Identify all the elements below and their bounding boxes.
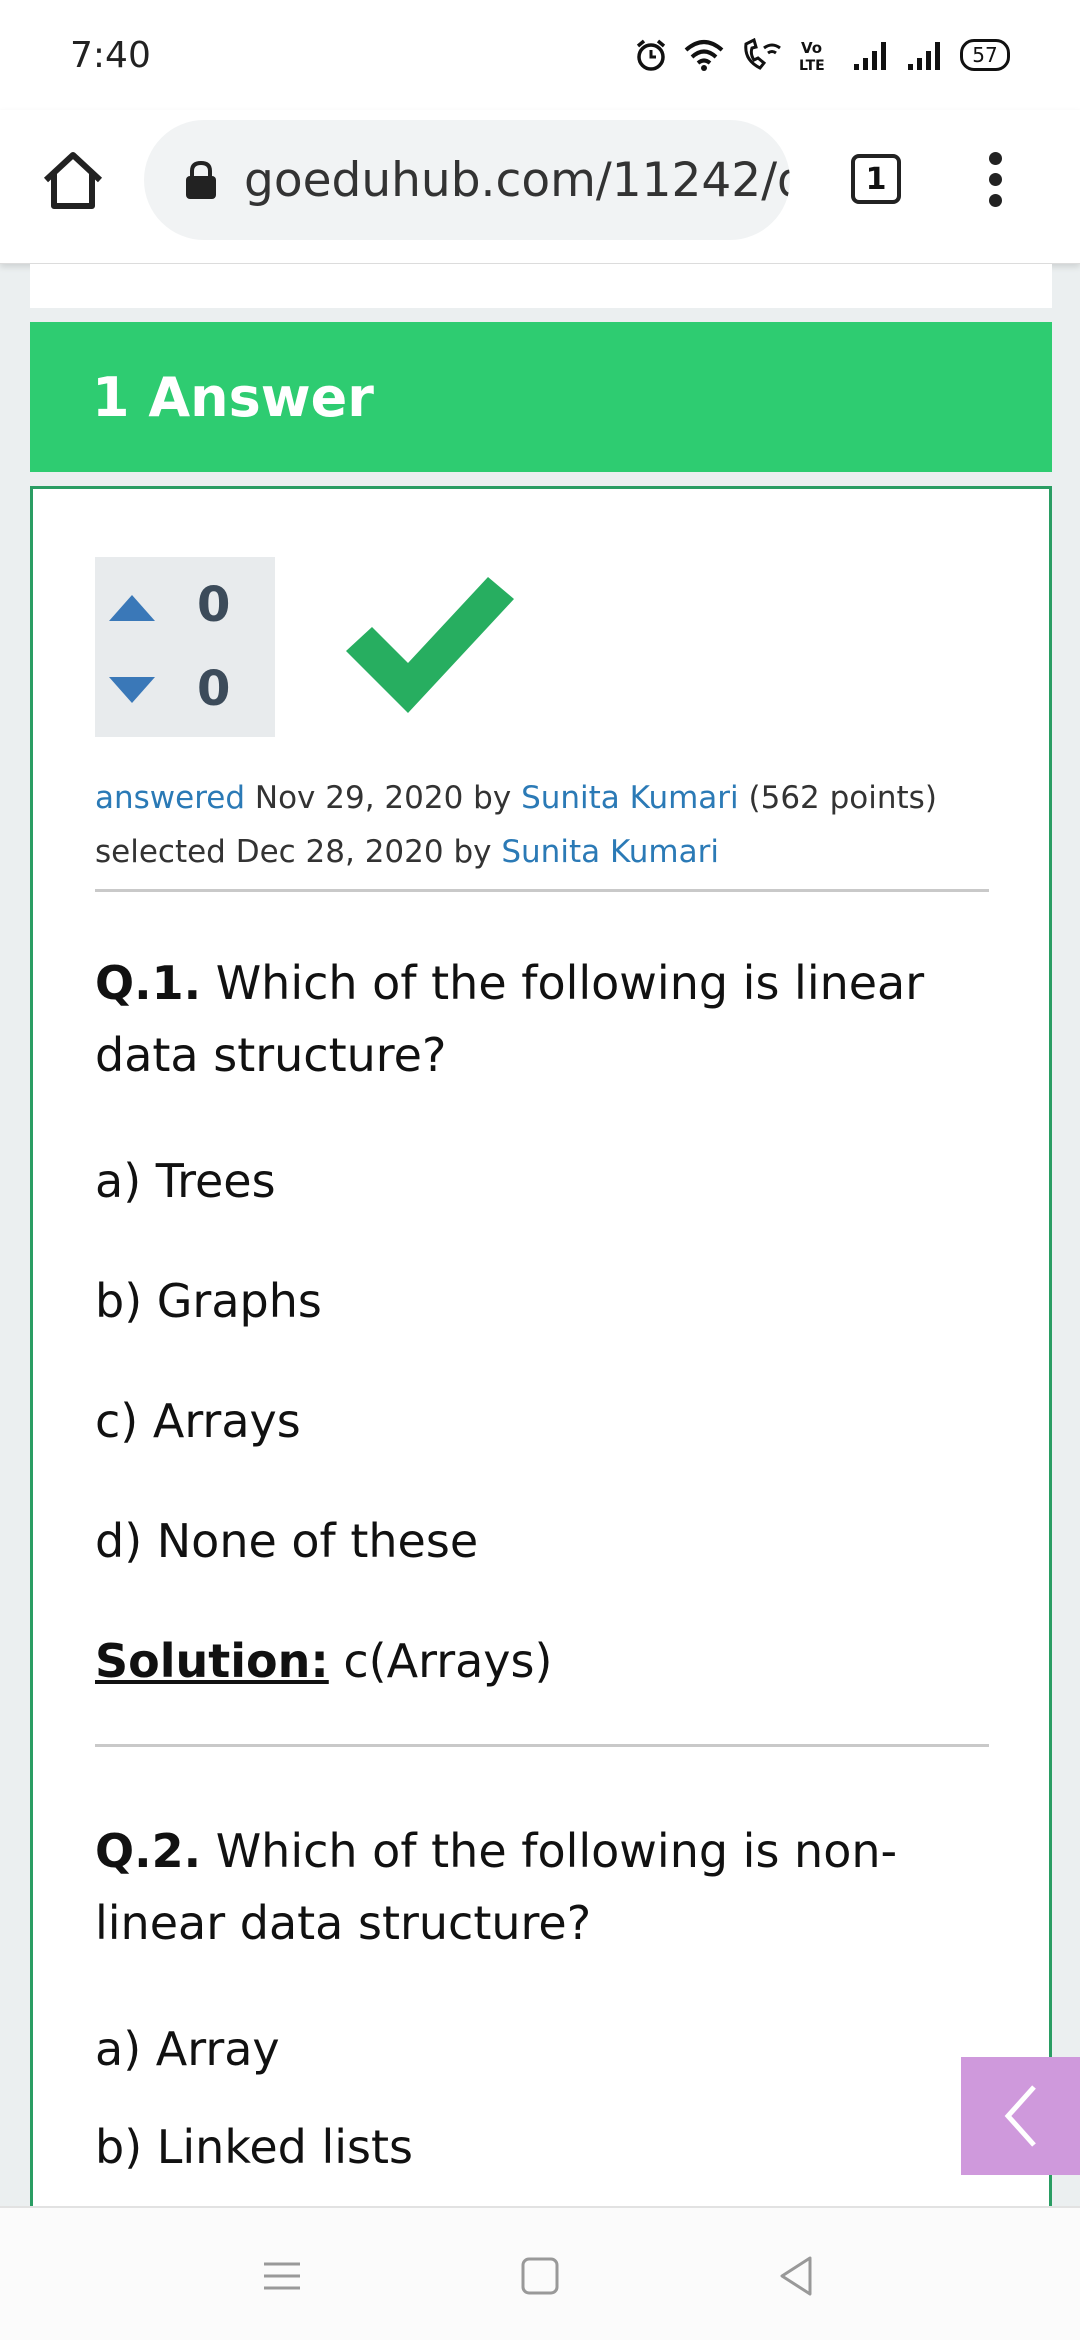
vote-up-count: 0 — [197, 577, 231, 633]
best-answer-check-icon — [346, 577, 514, 713]
solution-label: Solution: — [95, 1634, 329, 1688]
url-field[interactable]: goeduhub.com/11242/d — [144, 120, 790, 240]
tab-switcher-button[interactable]: 1 — [851, 154, 901, 204]
answered-date: Nov 29, 2020 — [254, 780, 464, 816]
selected-prefix: selected — [95, 834, 226, 870]
vote-down-arrow-icon[interactable] — [105, 669, 159, 709]
answer-count-header: 1 Answer — [30, 322, 1052, 472]
question-2-body: Which of the following is non-linear dat… — [95, 1824, 898, 1950]
question-panel-bottom — [30, 264, 1052, 308]
vote-down-count: 0 — [197, 661, 231, 717]
answered-by: by — [473, 780, 512, 816]
system-nav-bar — [0, 2206, 1080, 2340]
author-link[interactable]: Sunita Kumari — [521, 780, 739, 816]
svg-text:LTE: LTE — [799, 58, 825, 72]
answer-card: 0 0 answered Nov 29, 2020 by Sunita Kuma… — [30, 486, 1052, 2206]
selected-line: selected Dec 28, 2020 by Sunita Kumari — [95, 825, 985, 879]
alarm-icon — [636, 39, 666, 71]
q1-option-d: d) None of these — [95, 1514, 479, 1568]
volte-icon: VoLTE — [799, 39, 825, 72]
battery-icon: 57 — [960, 39, 1010, 71]
wifi-icon — [684, 40, 724, 71]
side-panel-toggle[interactable] — [961, 2057, 1080, 2175]
vote-box: 0 0 — [95, 557, 275, 737]
chevron-left-icon — [1004, 2085, 1036, 2147]
lock-icon — [186, 160, 216, 199]
question-1-text: Q.1. Which of the following is linear da… — [95, 947, 995, 1091]
q2-option-b: b) Linked lists — [95, 2120, 413, 2174]
svg-text:Vo: Vo — [801, 39, 822, 57]
status-time: 7:40 — [70, 34, 151, 76]
question-1-number: Q.1. — [95, 956, 202, 1010]
author-points: (562 points) — [748, 780, 937, 816]
selected-date: Dec 28, 2020 — [235, 834, 444, 870]
q2-option-a: a) Array — [95, 2022, 280, 2076]
selected-author-link[interactable]: Sunita Kumari — [501, 834, 719, 870]
signal-icon-2 — [908, 42, 940, 70]
answer-count-title: 1 Answer — [92, 365, 374, 429]
status-bar: 7:40 Vo LTE 57 — [0, 0, 1080, 110]
question-divider — [95, 1744, 989, 1747]
more-menu-icon[interactable] — [980, 152, 1010, 212]
back-icon[interactable] — [770, 2248, 826, 2304]
question-2: Q.2. Which of the following is non-linea… — [95, 1815, 995, 1959]
wifi-calling-icon — [744, 38, 781, 70]
question-2-number: Q.2. — [95, 1824, 202, 1878]
tab-count: 1 — [865, 161, 887, 197]
q1-option-c: c) Arrays — [95, 1394, 301, 1448]
question-1-body: Which of the following is linear data st… — [95, 956, 925, 1082]
home-icon[interactable] — [40, 148, 106, 214]
menu-icon[interactable] — [254, 2248, 310, 2304]
url-text: goeduhub.com/11242/d — [244, 152, 790, 208]
q1-option-a: a) Trees — [95, 1154, 276, 1208]
status-icons: Vo LTE 57 — [634, 38, 1010, 72]
q1-solution: Solution: c(Arrays) — [95, 1625, 995, 1697]
signal-icon — [854, 42, 886, 70]
browser-toolbar: goeduhub.com/11242/d 1 — [0, 110, 1080, 264]
home-nav-icon[interactable] — [512, 2248, 568, 2304]
solution-value: c(Arrays) — [343, 1634, 553, 1688]
answered-line: answered Nov 29, 2020 by Sunita Kumari (… — [95, 771, 985, 825]
question-2-text: Q.2. Which of the following is non-linea… — [95, 1815, 995, 1959]
question-1: Q.1. Which of the following is linear da… — [95, 947, 995, 1091]
meta-divider — [95, 889, 989, 892]
vote-up-arrow-icon[interactable] — [105, 585, 159, 625]
battery-level: 57 — [972, 43, 998, 67]
answer-meta: answered Nov 29, 2020 by Sunita Kumari (… — [95, 771, 985, 879]
answered-link[interactable]: answered — [95, 780, 245, 816]
vote-down-row: 0 — [105, 659, 265, 719]
q1-option-b: b) Graphs — [95, 1274, 322, 1328]
selected-by: by — [453, 834, 492, 870]
vote-up-row: 0 — [105, 575, 265, 635]
